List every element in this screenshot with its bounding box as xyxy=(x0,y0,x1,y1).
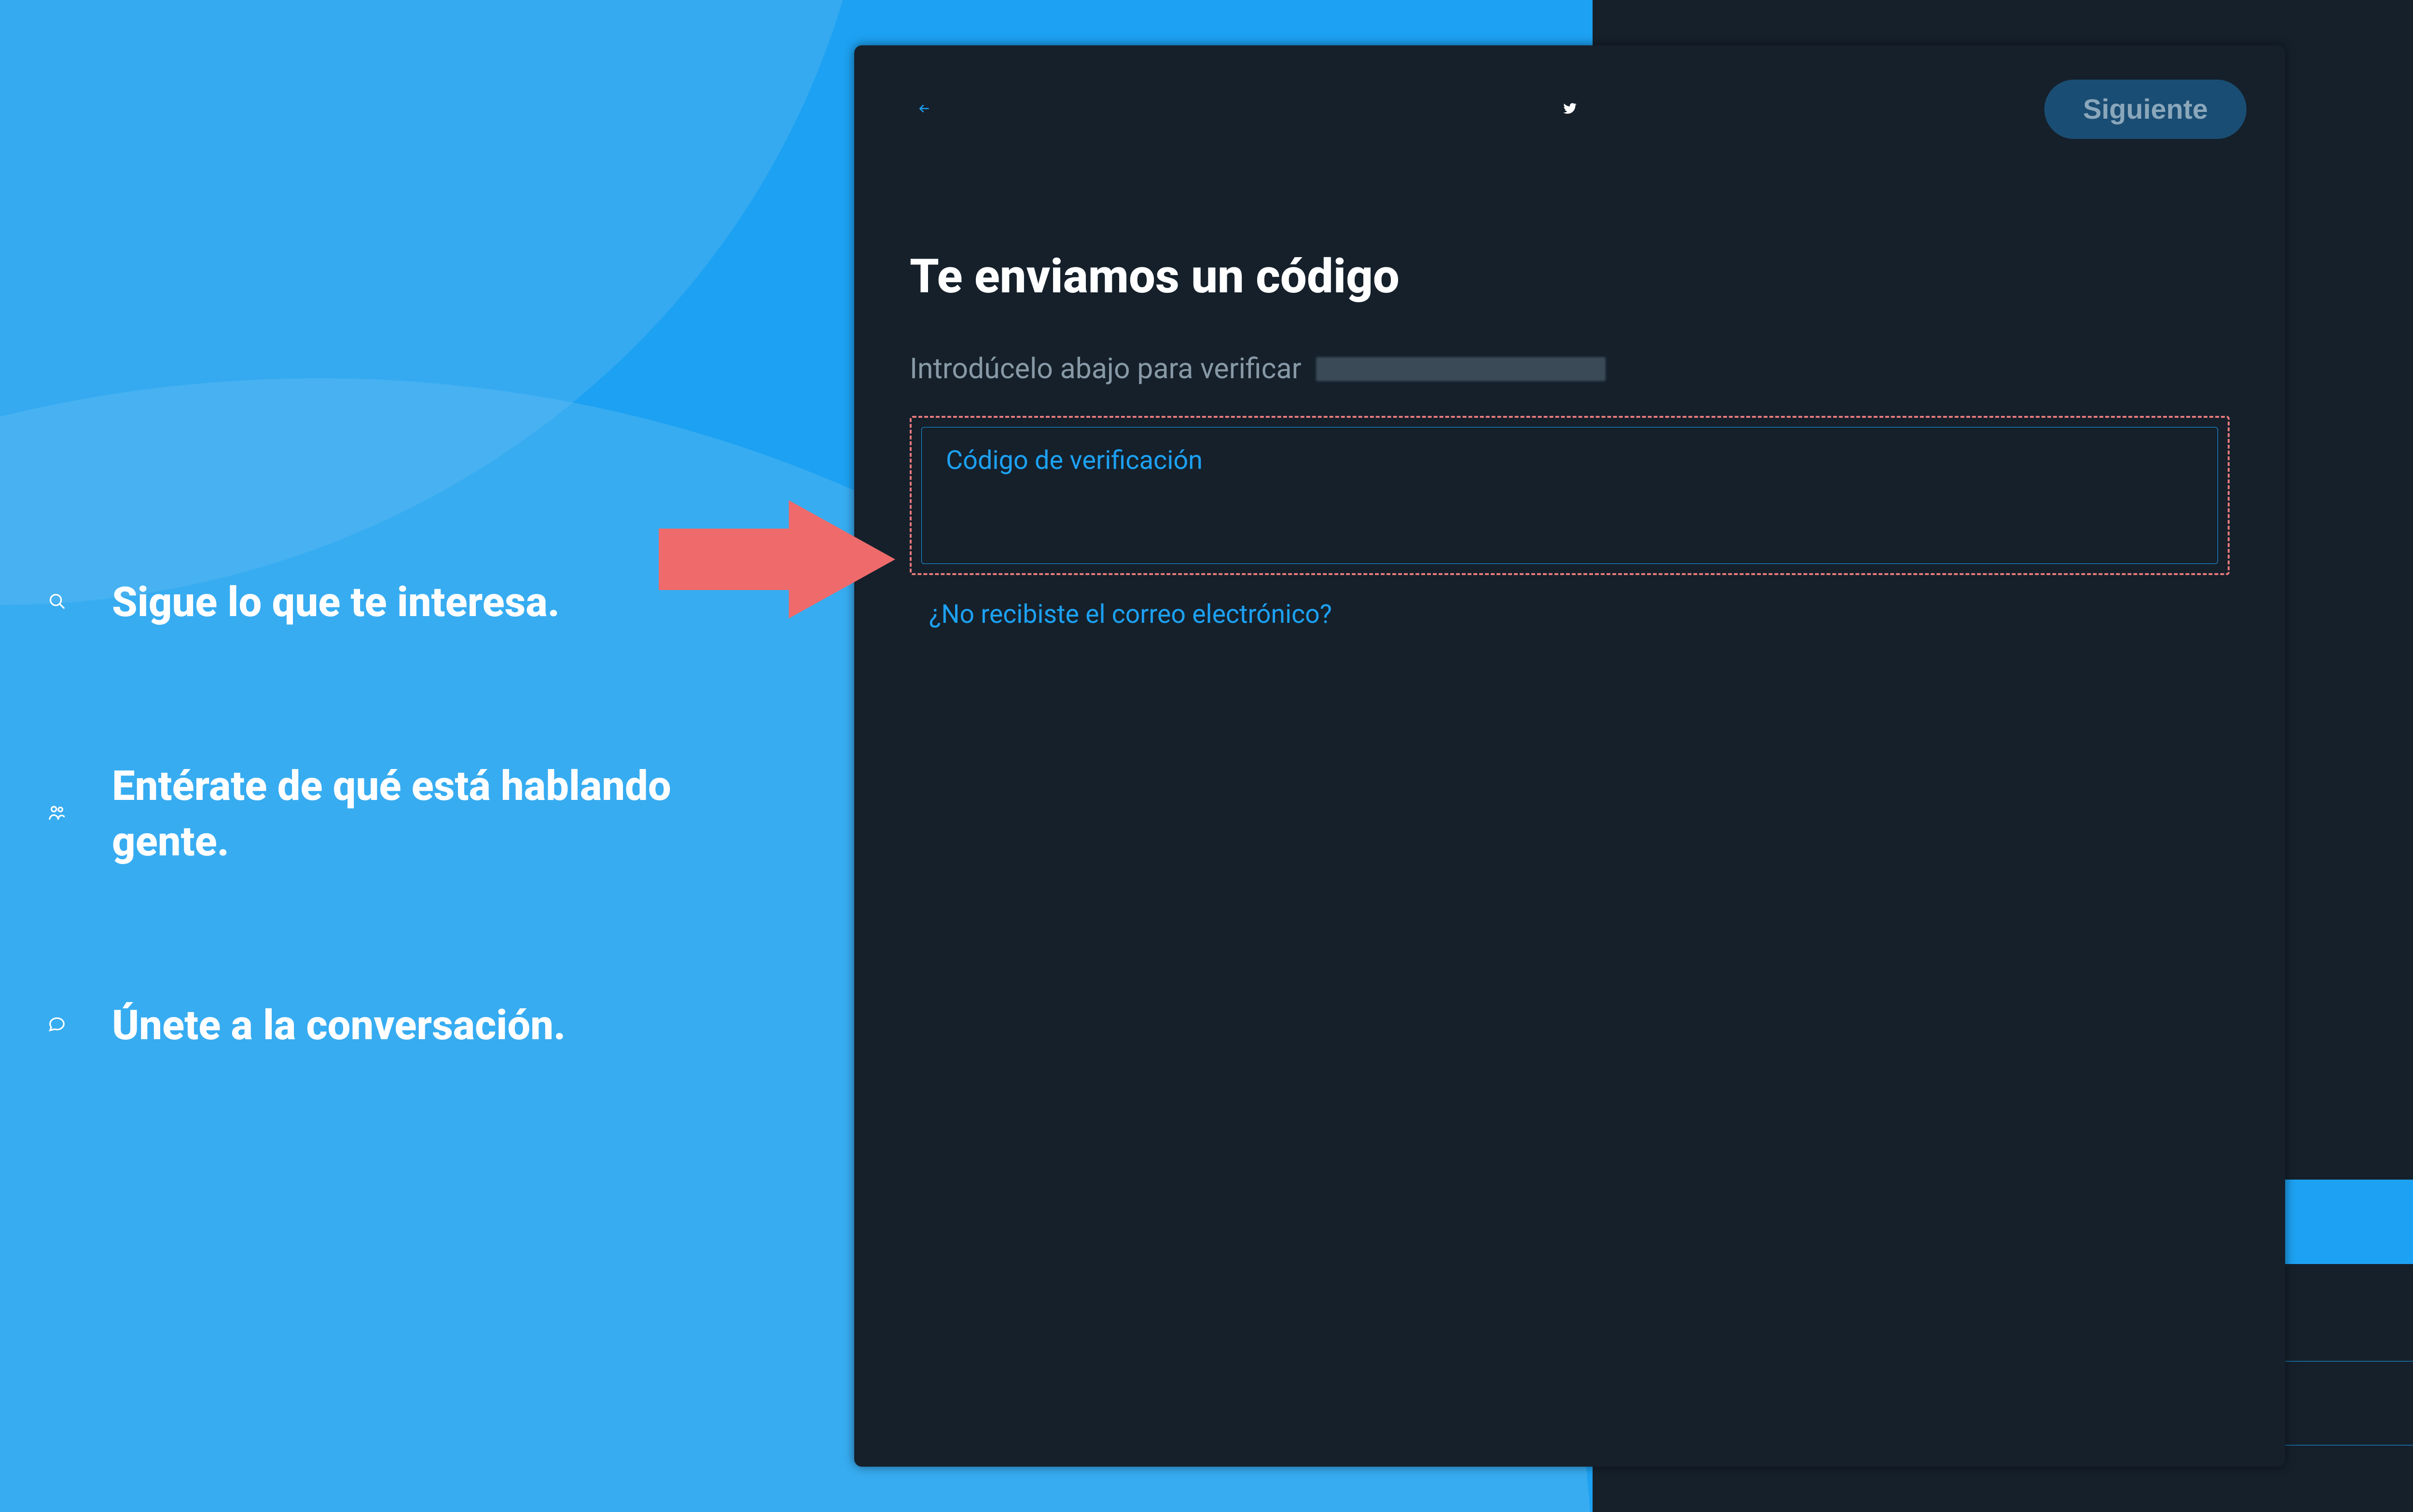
people-icon xyxy=(48,804,66,824)
value-prop-label: Sigue lo que te interesa. xyxy=(112,575,560,630)
highlight-annotation: Código de verificación xyxy=(910,416,2230,575)
value-prop-list: Sigue lo que te interesa. Entérate de qu… xyxy=(48,575,772,1182)
back-button[interactable] xyxy=(893,78,956,141)
modal-subtitle-text: Introdúcelo abajo para verificar xyxy=(910,352,1302,385)
verification-code-field[interactable]: Código de verificación xyxy=(921,427,2218,564)
modal-header: Siguiente xyxy=(854,45,2285,173)
verification-modal: Siguiente Te enviamos un código Introdúc… xyxy=(854,45,2285,1467)
resend-email-link[interactable]: ¿No recibiste el correo electrónico? xyxy=(929,599,1332,630)
value-prop-label: Únete a la conversación. xyxy=(112,998,566,1053)
arrow-left-icon xyxy=(918,102,930,116)
search-icon xyxy=(48,592,66,612)
pointer-arrow-annotation xyxy=(659,499,895,620)
value-prop-label: Entérate de qué está hablando gente. xyxy=(112,758,772,869)
verification-code-input[interactable] xyxy=(946,485,2193,521)
modal-title: Te enviamos un código xyxy=(910,249,2230,304)
chat-icon xyxy=(48,1015,66,1035)
value-prop-item: Únete a la conversación. xyxy=(48,998,772,1053)
input-floating-label: Código de verificación xyxy=(946,445,2193,476)
value-prop-item: Entérate de qué está hablando gente. xyxy=(48,758,772,869)
twitter-bird-icon xyxy=(1563,101,1577,118)
redacted-email xyxy=(1316,357,1606,381)
modal-body: Te enviamos un código Introdúcelo abajo … xyxy=(854,173,2285,630)
modal-subtitle: Introdúcelo abajo para verificar xyxy=(910,352,2230,385)
next-button[interactable]: Siguiente xyxy=(2044,80,2247,138)
